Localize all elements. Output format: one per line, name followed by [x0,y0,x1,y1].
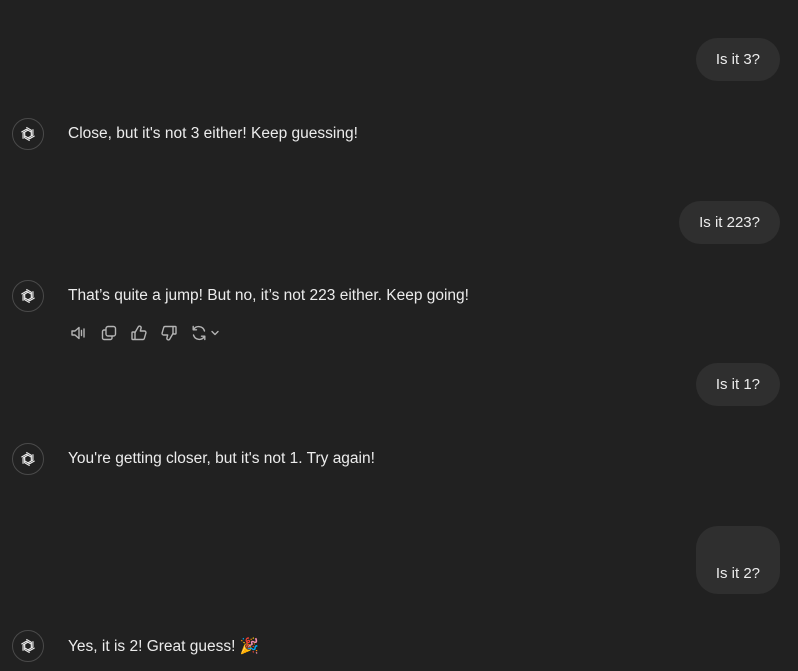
assistant-message-text: You're getting closer, but it's not 1. T… [68,450,375,467]
message-actions [70,324,220,342]
assistant-avatar [12,443,44,475]
chat-thread: Is it 3? Close, but it's not 3 either! K… [0,0,798,671]
copy-icon [100,324,118,342]
thumbs-up-icon [130,324,148,342]
user-message: Is it 223? [679,201,780,244]
user-message: Is it 3? [695,38,780,81]
read-aloud-icon [70,324,88,342]
assistant-message-text: That’s quite a jump! But no, it’s not 22… [68,287,469,304]
openai-logo-icon [18,449,38,469]
thumbs-up-button[interactable] [130,324,148,342]
thumbs-down-button[interactable] [160,324,178,342]
assistant-message: Close, but it's not 3 either! Keep guess… [12,118,358,150]
assistant-avatar [12,280,44,312]
openai-logo-icon [18,286,38,306]
read-aloud-button[interactable] [70,324,88,342]
chevron-down-icon [210,328,220,338]
copy-button[interactable] [100,324,118,342]
assistant-message-text: Yes, it is 2! Great guess! 🎉 [68,637,260,655]
assistant-message: You're getting closer, but it's not 1. T… [12,443,375,475]
openai-logo-icon [18,636,38,656]
assistant-message: That’s quite a jump! But no, it’s not 22… [12,280,469,312]
assistant-message-text: Close, but it's not 3 either! Keep guess… [68,125,358,142]
assistant-avatar [12,118,44,150]
user-message-text: Is it 1? [715,376,760,393]
openai-logo-icon [18,124,38,144]
assistant-message: Yes, it is 2! Great guess! 🎉 [12,630,259,662]
regenerate-button[interactable] [190,324,220,342]
user-message-text: Is it 223? [699,214,760,231]
user-message-text: Is it 2? [715,565,760,582]
user-message: Is it 1? [695,363,780,406]
user-message-text: Is it 3? [715,51,760,68]
user-message: Is it 2? [695,526,780,594]
thumbs-down-icon [160,324,178,342]
assistant-avatar [12,630,44,662]
regenerate-icon [190,324,208,342]
